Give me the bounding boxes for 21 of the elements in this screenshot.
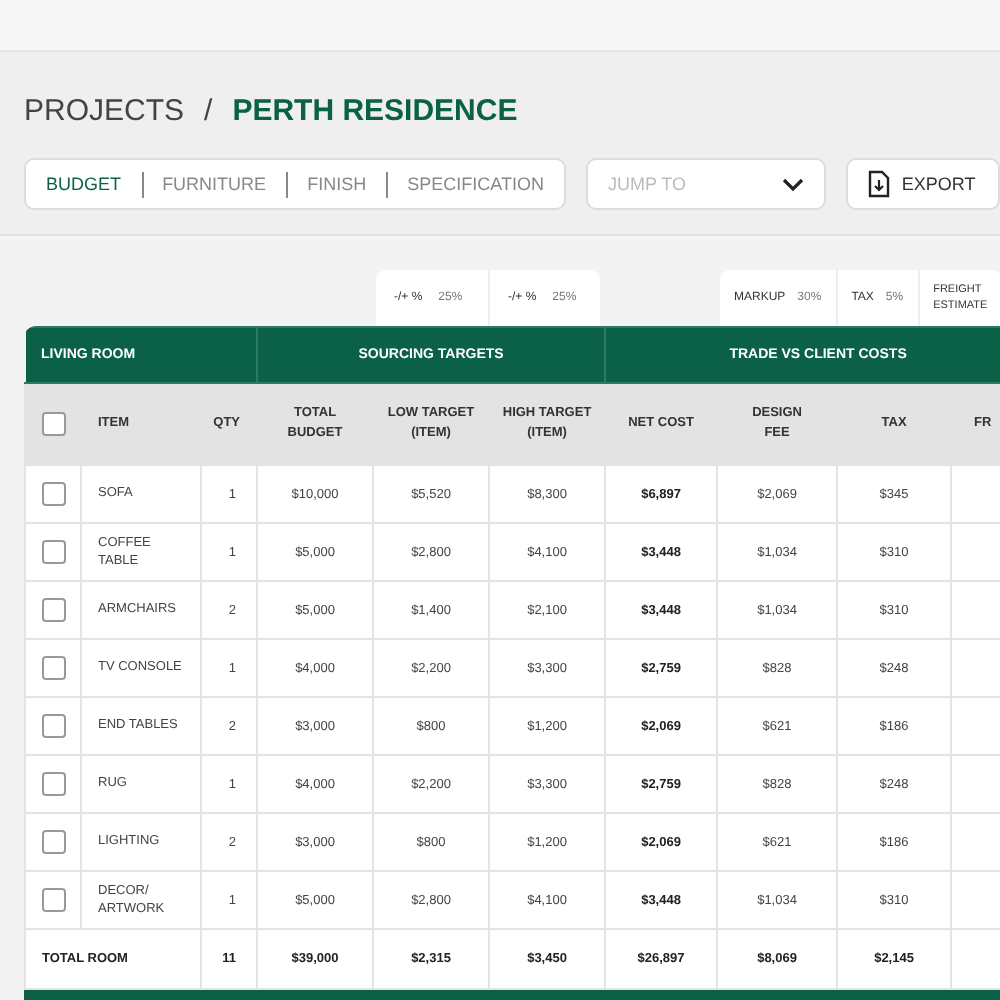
breadcrumb-separator: / [204, 94, 213, 128]
checkbox[interactable] [41, 598, 65, 622]
export-button[interactable]: EXPORT [845, 158, 1000, 210]
checkbox[interactable] [41, 412, 65, 436]
chevron-down-icon [781, 177, 804, 191]
checkbox[interactable] [41, 714, 65, 738]
breadcrumb-link[interactable]: PROJECTS [24, 94, 185, 128]
tab[interactable]: FURNITURE [162, 174, 267, 194]
checkbox[interactable] [41, 888, 65, 912]
checkbox[interactable] [41, 656, 65, 680]
tab[interactable]: SPECIFICATION [407, 174, 545, 194]
checkbox[interactable] [41, 772, 65, 796]
file-download-icon [867, 170, 890, 198]
tab[interactable]: BUDGET [46, 174, 122, 194]
jump-to-field[interactable]: JUMP TO [608, 174, 768, 194]
checkbox[interactable] [41, 830, 65, 854]
page-title: PERTH RESIDENCE [232, 94, 518, 128]
tab[interactable]: FINISH [307, 174, 367, 194]
checkbox[interactable] [41, 540, 65, 564]
checkbox[interactable] [41, 482, 65, 506]
jump-to-dropdown[interactable]: JUMP TO [586, 158, 826, 210]
